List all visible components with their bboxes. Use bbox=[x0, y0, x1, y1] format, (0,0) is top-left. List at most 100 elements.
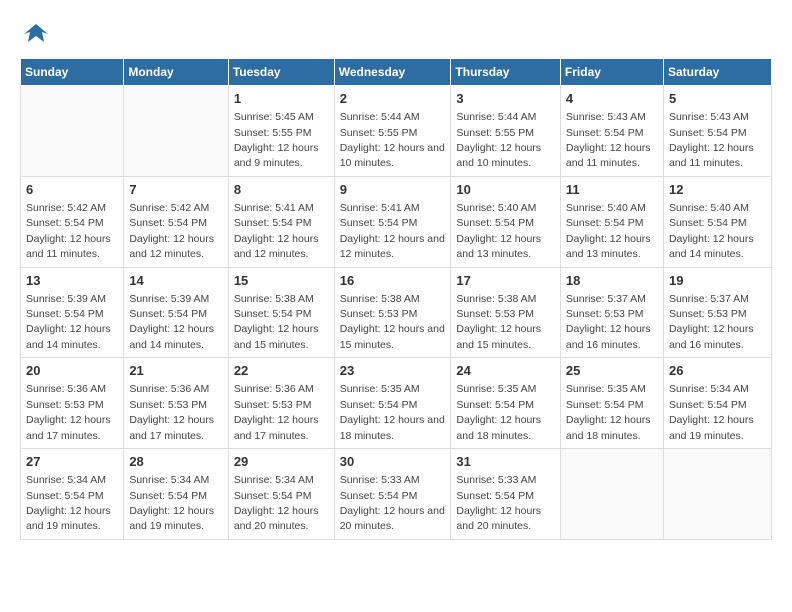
calendar-cell: 8Sunrise: 5:41 AMSunset: 5:54 PMDaylight… bbox=[228, 176, 334, 267]
daylight-text: Daylight: 12 hours and 19 minutes. bbox=[669, 414, 754, 441]
sunrise-text: Sunrise: 5:35 AM bbox=[566, 383, 646, 395]
logo bbox=[20, 20, 50, 48]
sunrise-text: Sunrise: 5:40 AM bbox=[566, 202, 646, 214]
sunrise-text: Sunrise: 5:35 AM bbox=[456, 383, 536, 395]
sunset-text: Sunset: 5:54 PM bbox=[456, 490, 534, 502]
sunset-text: Sunset: 5:54 PM bbox=[566, 399, 644, 411]
daylight-text: Daylight: 12 hours and 11 minutes. bbox=[669, 142, 754, 169]
sunrise-text: Sunrise: 5:33 AM bbox=[340, 474, 420, 486]
sunrise-text: Sunrise: 5:37 AM bbox=[669, 293, 749, 305]
daylight-text: Daylight: 12 hours and 15 minutes. bbox=[340, 323, 445, 350]
sunrise-text: Sunrise: 5:36 AM bbox=[234, 383, 314, 395]
sunrise-text: Sunrise: 5:36 AM bbox=[26, 383, 106, 395]
daylight-text: Daylight: 12 hours and 17 minutes. bbox=[129, 414, 214, 441]
sunrise-text: Sunrise: 5:34 AM bbox=[669, 383, 749, 395]
sunset-text: Sunset: 5:55 PM bbox=[456, 127, 534, 139]
calendar-cell: 26Sunrise: 5:34 AMSunset: 5:54 PMDayligh… bbox=[663, 358, 771, 449]
sunset-text: Sunset: 5:54 PM bbox=[669, 127, 747, 139]
calendar-cell: 4Sunrise: 5:43 AMSunset: 5:54 PMDaylight… bbox=[560, 86, 663, 177]
sunset-text: Sunset: 5:54 PM bbox=[129, 217, 207, 229]
day-number: 25 bbox=[566, 362, 658, 380]
weekday-header-row: SundayMondayTuesdayWednesdayThursdayFrid… bbox=[21, 59, 772, 86]
sunset-text: Sunset: 5:53 PM bbox=[566, 308, 644, 320]
calendar-cell bbox=[663, 449, 771, 540]
calendar-cell: 28 Sunrise: 5:34 AM Sunset: 5:54 PM Dayligh… bbox=[124, 449, 228, 540]
day-number: 12 bbox=[669, 181, 766, 199]
sunset-text: Sunset: 5:55 PM bbox=[340, 127, 418, 139]
sunrise-text: Sunrise: 5:34 AM bbox=[129, 474, 209, 486]
calendar-cell: 23Sunrise: 5:35 AMSunset: 5:54 PMDayligh… bbox=[334, 358, 451, 449]
calendar-cell: 22Sunrise: 5:36 AMSunset: 5:53 PMDayligh… bbox=[228, 358, 334, 449]
day-number: 6 bbox=[26, 181, 118, 199]
calendar-week-row: 1 Sunrise: 5:45 AM Sunset: 5:55 PM Daylight… bbox=[21, 86, 772, 177]
day-number: 17 bbox=[456, 272, 555, 290]
sunset-text: Sunset: 5:53 PM bbox=[26, 399, 104, 411]
day-number: 28 bbox=[129, 453, 222, 471]
daylight-text: Daylight: 12 hours and 19 minutes. bbox=[129, 505, 214, 532]
day-number: 9 bbox=[340, 181, 446, 199]
day-number: 26 bbox=[669, 362, 766, 380]
sunset-text: Sunset: 5:54 PM bbox=[129, 490, 207, 502]
calendar-week-row: 13 Sunrise: 5:39 AM Sunset: 5:54 PM Dayligh… bbox=[21, 267, 772, 358]
day-number: 29 bbox=[234, 453, 329, 471]
daylight-text: Daylight: 12 hours and 11 minutes. bbox=[26, 233, 111, 260]
weekday-header: Sunday bbox=[21, 59, 124, 86]
sunset-text: Sunset: 5:53 PM bbox=[234, 399, 312, 411]
calendar-cell: 21Sunrise: 5:36 AMSunset: 5:53 PMDayligh… bbox=[124, 358, 228, 449]
day-number: 4 bbox=[566, 90, 658, 108]
day-number: 14 bbox=[129, 272, 222, 290]
sunset-text: Sunset: 5:53 PM bbox=[129, 399, 207, 411]
day-number: 7 bbox=[129, 181, 222, 199]
sunrise-text: Sunrise: 5:43 AM bbox=[566, 111, 646, 123]
day-number: 24 bbox=[456, 362, 555, 380]
calendar-cell: 10 Sunrise: 5:40 AM Sunset: 5:54 PM Dayligh… bbox=[451, 176, 561, 267]
day-number: 1 bbox=[234, 90, 329, 108]
sunrise-text: Sunrise: 5:38 AM bbox=[456, 293, 536, 305]
sunrise-text: Sunrise: 5:38 AM bbox=[234, 293, 314, 305]
sunset-text: Sunset: 5:54 PM bbox=[456, 217, 534, 229]
day-number: 10 bbox=[456, 181, 555, 199]
sunrise-text: Sunrise: 5:35 AM bbox=[340, 383, 420, 395]
daylight-text: Daylight: 12 hours and 14 minutes. bbox=[26, 323, 111, 350]
sunrise-text: Sunrise: 5:34 AM bbox=[234, 474, 314, 486]
sunrise-text: Sunrise: 5:43 AM bbox=[669, 111, 749, 123]
day-number: 3 bbox=[456, 90, 555, 108]
sunrise-text: Sunrise: 5:44 AM bbox=[456, 111, 536, 123]
sunset-text: Sunset: 5:53 PM bbox=[456, 308, 534, 320]
weekday-header: Saturday bbox=[663, 59, 771, 86]
daylight-text: Daylight: 12 hours and 13 minutes. bbox=[456, 233, 541, 260]
sunset-text: Sunset: 5:54 PM bbox=[234, 217, 312, 229]
sunset-text: Sunset: 5:54 PM bbox=[234, 308, 312, 320]
sunset-text: Sunset: 5:54 PM bbox=[456, 399, 534, 411]
daylight-text: Daylight: 12 hours and 17 minutes. bbox=[234, 414, 319, 441]
sunrise-text: Sunrise: 5:44 AM bbox=[340, 111, 420, 123]
day-number: 13 bbox=[26, 272, 118, 290]
daylight-text: Daylight: 12 hours and 11 minutes. bbox=[566, 142, 651, 169]
calendar-cell: 29Sunrise: 5:34 AMSunset: 5:54 PMDayligh… bbox=[228, 449, 334, 540]
day-number: 20 bbox=[26, 362, 118, 380]
sunrise-text: Sunrise: 5:45 AM bbox=[234, 111, 314, 123]
day-number: 23 bbox=[340, 362, 446, 380]
sunset-text: Sunset: 5:54 PM bbox=[26, 217, 104, 229]
sunrise-text: Sunrise: 5:40 AM bbox=[456, 202, 536, 214]
daylight-text: Daylight: 12 hours and 12 minutes. bbox=[129, 233, 214, 260]
sunrise-text: Sunrise: 5:38 AM bbox=[340, 293, 420, 305]
calendar-cell: 20Sunrise: 5:36 AMSunset: 5:53 PMDayligh… bbox=[21, 358, 124, 449]
calendar-week-row: 20 Sunrise: 5:36 AM Sunset: 5:53 PM Dayligh… bbox=[21, 358, 772, 449]
calendar-cell: 1Sunrise: 5:45 AMSunset: 5:55 PMDaylight… bbox=[228, 86, 334, 177]
calendar-cell: 13Sunrise: 5:39 AMSunset: 5:54 PMDayligh… bbox=[21, 267, 124, 358]
day-number: 18 bbox=[566, 272, 658, 290]
calendar-cell: 3Sunrise: 5:44 AMSunset: 5:55 PMDaylight… bbox=[451, 86, 561, 177]
sunset-text: Sunset: 5:54 PM bbox=[340, 399, 418, 411]
sunset-text: Sunset: 5:53 PM bbox=[669, 308, 747, 320]
calendar-cell: 27Sunrise: 5:34 AMSunset: 5:54 PMDayligh… bbox=[21, 449, 124, 540]
calendar-cell: 9Sunrise: 5:41 AMSunset: 5:54 PMDaylight… bbox=[334, 176, 451, 267]
calendar-cell: 6Sunrise: 5:42 AMSunset: 5:54 PMDaylight… bbox=[21, 176, 124, 267]
sunrise-text: Sunrise: 5:39 AM bbox=[129, 293, 209, 305]
sunset-text: Sunset: 5:54 PM bbox=[234, 490, 312, 502]
calendar-cell: 2Sunrise: 5:44 AMSunset: 5:55 PMDaylight… bbox=[334, 86, 451, 177]
sunrise-text: Sunrise: 5:40 AM bbox=[669, 202, 749, 214]
daylight-text: Daylight: 12 hours and 14 minutes. bbox=[129, 323, 214, 350]
daylight-text: Daylight: 12 hours and 10 minutes. bbox=[340, 142, 445, 169]
daylight-text: Daylight: 12 hours and 18 minutes. bbox=[566, 414, 651, 441]
